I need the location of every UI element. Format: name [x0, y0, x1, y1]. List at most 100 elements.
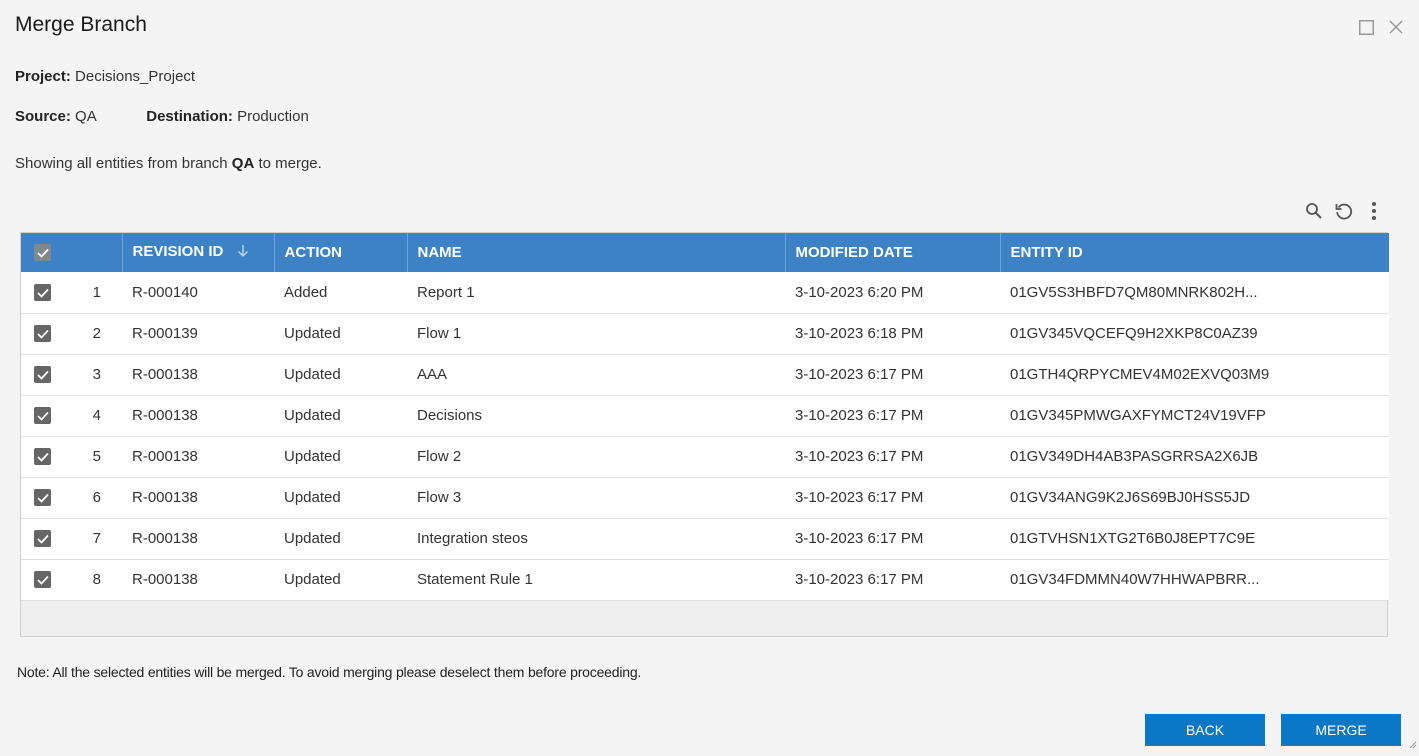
close-icon[interactable] [1387, 18, 1405, 36]
row-number: 3 [92, 366, 101, 383]
name-cell: Flow 3 [417, 489, 462, 506]
project-value: Decisions_Project [75, 68, 196, 85]
window-controls [1357, 18, 1405, 36]
row-select-cell [21, 477, 79, 518]
name-cell: AAA [417, 366, 448, 383]
action-cell: Updated [284, 325, 341, 342]
row-number-header [79, 233, 123, 272]
revision-id-cell: R-000138 [132, 366, 198, 383]
row-select-cell [21, 354, 79, 395]
row-checkbox[interactable] [34, 407, 51, 425]
action-cell: Updated [284, 489, 341, 506]
select-all-checkbox[interactable] [34, 244, 51, 262]
row-number: 2 [92, 325, 101, 342]
modified-date-cell: 3-10-2023 6:17 PM [795, 448, 924, 465]
project-info: Project: Decisions_Project [15, 68, 195, 85]
table-row[interactable]: 8 R-000138 Updated Statement Rule 1 3-10-202… [21, 559, 1389, 600]
row-select-cell [21, 559, 79, 600]
row-number: 4 [92, 407, 101, 424]
row-checkbox[interactable] [34, 284, 51, 302]
column-header-action[interactable]: ACTION [274, 233, 408, 272]
search-icon[interactable] [1304, 200, 1324, 222]
row-number: 6 [92, 489, 101, 506]
project-label: Project: [15, 68, 71, 85]
resize-handle-icon[interactable] [1407, 736, 1417, 754]
table-row[interactable]: 3 R-000138 Updated AAA 3-10-2023 6:17 PM 01GT… [21, 354, 1389, 395]
revision-id-cell: R-000138 [132, 530, 198, 547]
row-number: 7 [92, 530, 101, 547]
modified-date-cell: 3-10-2023 6:17 PM [795, 489, 924, 506]
name-cell: Integration steos [417, 530, 528, 547]
modified-date-cell: 3-10-2023 6:17 PM [795, 407, 924, 424]
merge-note: Note: All the selected entities will be … [17, 664, 642, 680]
row-checkbox[interactable] [34, 448, 51, 466]
row-number: 1 [92, 283, 101, 301]
destination-label: Destination: [146, 108, 233, 125]
showing-suffix: to merge. [254, 155, 322, 172]
name-cell: Statement Rule 1 [417, 571, 533, 588]
row-select-cell [21, 518, 79, 559]
revision-id-cell: R-000138 [132, 489, 198, 506]
action-cell: Updated [284, 366, 341, 383]
revision-id-cell: R-000140 [132, 283, 198, 301]
action-cell: Updated [284, 571, 341, 588]
name-cell: Report 1 [417, 283, 475, 301]
entities-table: REVISION ID ACTION NAME MODIFIED DATE EN… [21, 233, 1389, 601]
row-number: 5 [92, 448, 101, 465]
table-row[interactable]: 4 R-000138 Updated Decisions 3-10-2023 6:17 … [21, 395, 1389, 436]
row-select-cell [21, 272, 79, 313]
name-cell: Decisions [417, 407, 483, 424]
table-row[interactable]: 2 R-000139 Updated Flow 1 3-10-2023 6:18 PM 0… [21, 313, 1389, 354]
select-all-header [21, 233, 79, 272]
entity-id-cell: 01GV34FDMMN40W7HHWAPBRR... [1010, 571, 1260, 588]
row-checkbox[interactable] [34, 530, 51, 548]
table-row[interactable]: 6 R-000138 Updated Flow 3 3-10-2023 6:17 PM 0… [21, 477, 1389, 518]
maximize-icon[interactable] [1357, 18, 1375, 36]
name-cell: Flow 2 [417, 448, 462, 465]
row-number: 8 [92, 571, 101, 588]
row-select-cell [21, 395, 79, 436]
action-cell: Updated [284, 407, 341, 424]
refresh-icon[interactable] [1334, 200, 1354, 222]
table-row[interactable]: 5 R-000138 Updated Flow 2 3-10-2023 6:17 PM 0… [21, 436, 1389, 477]
modified-date-cell: 3-10-2023 6:18 PM [795, 325, 924, 342]
column-header-name[interactable]: NAME [407, 233, 786, 272]
entity-id-cell: 01GV345PMWGAXFYMCT24V19VFP [1010, 407, 1266, 424]
modified-date-cell: 3-10-2023 6:17 PM [795, 571, 924, 588]
row-checkbox[interactable] [34, 489, 51, 507]
row-checkbox[interactable] [34, 325, 51, 343]
dialog-title: Merge Branch [15, 13, 147, 36]
action-cell: Updated [284, 448, 341, 465]
column-header-revision-id-label: REVISION ID [132, 243, 224, 261]
action-cell: Added [284, 283, 328, 301]
more-vertical-icon[interactable] [1364, 200, 1384, 222]
entity-id-cell: 01GTVHSN1XTG2T6B0J8EPT7C9E [1010, 530, 1256, 547]
row-checkbox[interactable] [34, 366, 51, 384]
entities-grid: REVISION ID ACTION NAME MODIFIED DATE EN… [20, 232, 1389, 637]
merge-button[interactable]: MERGE [1281, 714, 1401, 746]
showing-prefix: Showing all entities from branch [15, 155, 232, 172]
table-row[interactable]: 1 R-000140 Added Report 1 3-10-2023 6:20 PM 0… [21, 272, 1389, 313]
entity-id-cell: 01GV5S3HBFD7QM80MNRK802H... [1010, 283, 1258, 301]
row-checkbox[interactable] [34, 571, 51, 589]
row-select-cell [21, 313, 79, 354]
sort-down-icon[interactable] [237, 244, 249, 262]
modified-date-cell: 3-10-2023 6:17 PM [795, 366, 924, 383]
column-header-entity-id[interactable]: ENTITY ID [1000, 233, 1389, 272]
column-header-revision-id[interactable]: REVISION ID [122, 233, 275, 272]
modified-date-cell: 3-10-2023 6:20 PM [795, 283, 924, 301]
row-select-cell [21, 436, 79, 477]
destination-value: Production [237, 108, 309, 125]
column-header-modified-date[interactable]: MODIFIED DATE [785, 233, 1001, 272]
entity-id-cell: 01GV345VQCEFQ9H2XKP8C0AZ39 [1010, 325, 1258, 342]
modified-date-cell: 3-10-2023 6:17 PM [795, 530, 924, 547]
branch-info: Source: QA Destination: Production [15, 108, 309, 125]
revision-id-cell: R-000138 [132, 571, 198, 588]
table-header-row: REVISION ID ACTION NAME MODIFIED DATE EN… [21, 233, 1389, 272]
entity-id-cell: 01GTH4QRPYCMEV4M02EXVQ03M9 [1010, 366, 1270, 383]
showing-branch: QA [231, 155, 255, 172]
back-button[interactable]: BACK [1145, 714, 1265, 746]
revision-id-cell: R-000138 [132, 448, 198, 465]
entity-id-cell: 01GV34ANG9K2J6S69BJ0HSS5JD [1010, 489, 1251, 506]
table-row[interactable]: 7 R-000138 Updated Integration steos 3-10-20… [21, 518, 1389, 559]
